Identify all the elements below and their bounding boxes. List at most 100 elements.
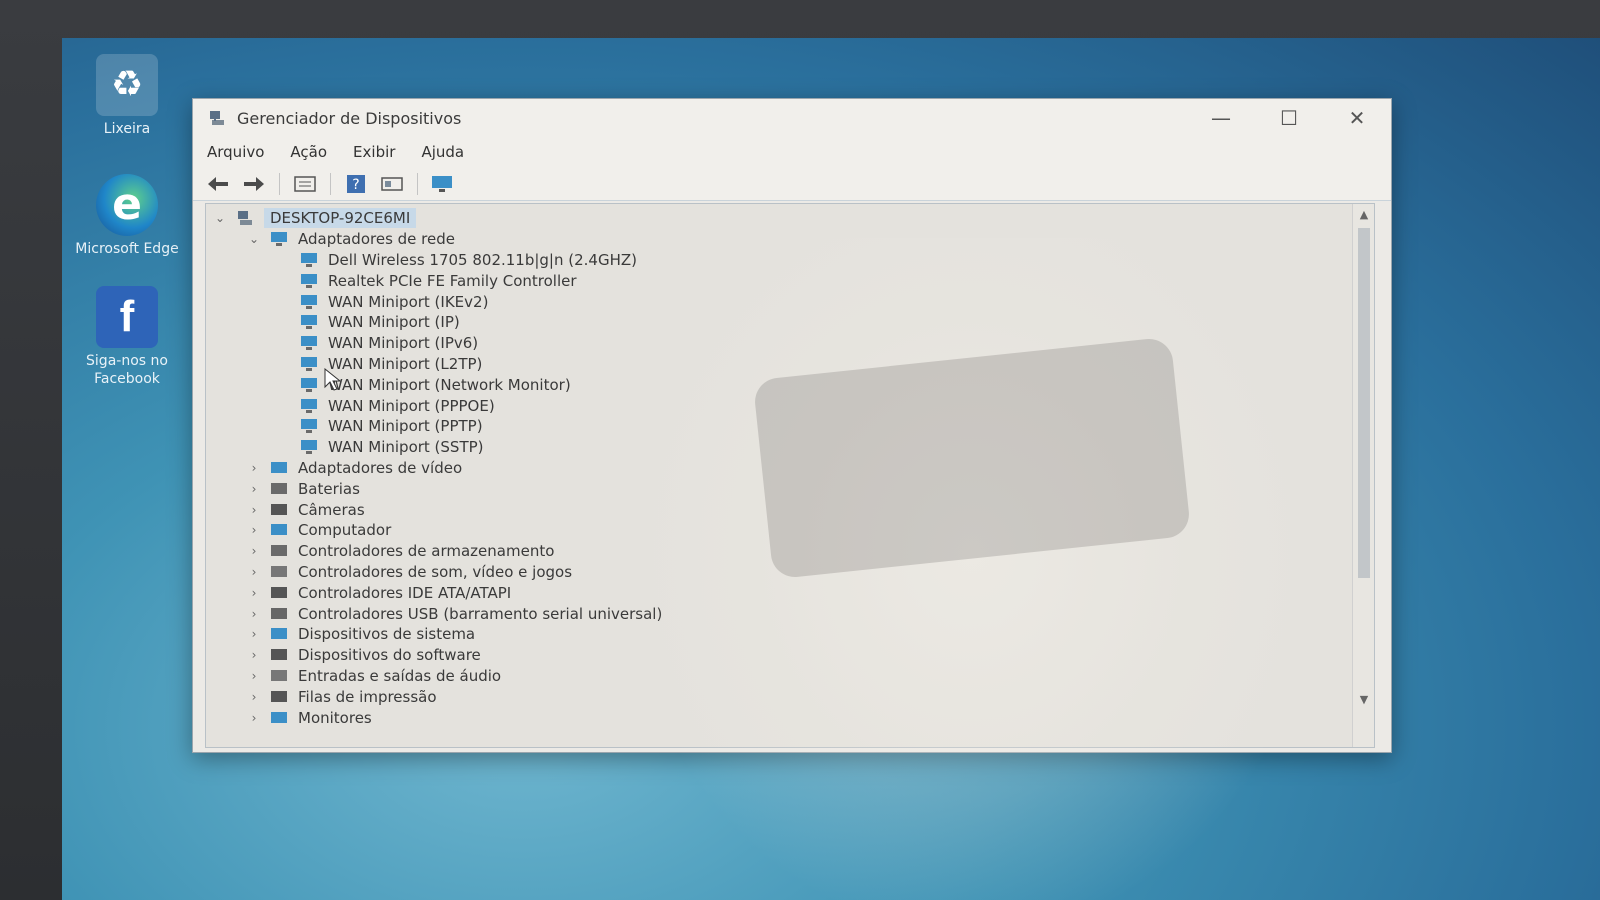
- tree-root[interactable]: ⌄ DESKTOP-92CE6MI: [206, 208, 1352, 229]
- view-icon: [381, 176, 403, 191]
- chevron-right-icon[interactable]: ›: [246, 544, 262, 558]
- tree-category[interactable]: › Baterias: [206, 478, 1352, 499]
- network-adapter-label: Dell Wireless 1705 802.11b|g|n (2.4GHZ): [328, 250, 638, 269]
- tree-category[interactable]: › Filas de impressão: [206, 686, 1352, 707]
- desktop-icon-facebook[interactable]: f Siga-nos no Facebook: [72, 286, 182, 388]
- svg-text:?: ?: [352, 177, 359, 193]
- tree-category[interactable]: › Câmeras: [206, 499, 1352, 520]
- menu-acao[interactable]: Ação: [290, 143, 327, 161]
- network-adapter-item[interactable]: WAN Miniport (SSTP): [206, 437, 1352, 458]
- category-label: Entradas e saídas de áudio: [298, 666, 502, 685]
- minimize-button[interactable]: —: [1187, 99, 1255, 137]
- network-adapter-item[interactable]: WAN Miniport (L2TP): [206, 354, 1352, 375]
- device-category-icon: [268, 668, 290, 684]
- tree-category[interactable]: › Controladores de armazenamento: [206, 541, 1352, 562]
- device-category-icon: [268, 522, 290, 538]
- network-adapter-icon: [298, 398, 320, 414]
- device-category-icon: [268, 585, 290, 601]
- back-button[interactable]: [203, 171, 233, 197]
- tree-category[interactable]: › Dispositivos de sistema: [206, 624, 1352, 645]
- network-adapter-item[interactable]: WAN Miniport (Network Monitor): [206, 374, 1352, 395]
- toolbar-separator: [417, 172, 418, 195]
- chevron-right-icon[interactable]: ›: [246, 669, 262, 683]
- recycle-bin-icon: ♻: [96, 54, 158, 116]
- tree-category[interactable]: › Controladores USB (barramento serial un…: [206, 603, 1352, 624]
- menu-arquivo[interactable]: Arquivo: [207, 143, 264, 161]
- tree-category[interactable]: › Entradas e saídas de áudio: [206, 666, 1352, 687]
- network-adapter-label: WAN Miniport (PPTP): [328, 417, 483, 436]
- chevron-right-icon[interactable]: ›: [246, 690, 262, 704]
- scroll-thumb[interactable]: [1358, 228, 1370, 578]
- tree-category[interactable]: › Dispositivos do software: [206, 645, 1352, 666]
- chevron-right-icon[interactable]: ›: [246, 586, 262, 600]
- category-label: Computador: [298, 521, 392, 540]
- network-adapter-label: WAN Miniport (IPv6): [328, 334, 479, 353]
- chevron-right-icon[interactable]: ›: [246, 607, 262, 621]
- view-button[interactable]: [377, 171, 407, 197]
- chevron-down-icon[interactable]: ⌄: [212, 211, 228, 225]
- tree-category-expanded[interactable]: ⌄ Adaptadores de rede: [206, 229, 1352, 250]
- network-adapter-item[interactable]: WAN Miniport (IPv6): [206, 333, 1352, 354]
- network-adapter-icon: [298, 377, 320, 393]
- category-label: Baterias: [298, 479, 360, 498]
- category-label: Monitores: [298, 708, 372, 727]
- forward-button[interactable]: [239, 171, 269, 197]
- chevron-right-icon[interactable]: ›: [246, 523, 262, 537]
- toolbar-separator: [330, 172, 331, 195]
- chevron-down-icon[interactable]: ⌄: [246, 232, 262, 246]
- network-adapter-item[interactable]: Realtek PCIe FE Family Controller: [206, 270, 1352, 291]
- tree-category[interactable]: › Monitores: [206, 707, 1352, 728]
- desktop-icon-recycle-bin[interactable]: ♻ Lixeira: [72, 54, 182, 138]
- device-category-icon: [268, 689, 290, 705]
- network-adapter-icon: [298, 439, 320, 455]
- tree-category[interactable]: › Controladores IDE ATA/ATAPI: [206, 582, 1352, 603]
- scroll-down-icon[interactable]: ▼: [1353, 689, 1374, 709]
- tree-category[interactable]: › Controladores de som, vídeo e jogos: [206, 562, 1352, 583]
- network-adapter-item[interactable]: WAN Miniport (PPPOE): [206, 395, 1352, 416]
- chevron-right-icon[interactable]: ›: [246, 648, 262, 662]
- network-adapter-label: WAN Miniport (IKEv2): [328, 292, 489, 311]
- desktop-icon-edge[interactable]: e Microsoft Edge: [72, 174, 182, 258]
- network-adapter-icon: [298, 273, 320, 289]
- menu-ajuda[interactable]: Ajuda: [421, 143, 464, 161]
- category-label: Adaptadores de rede: [298, 230, 455, 249]
- desktop: ♻ Lixeira e Microsoft Edge f Siga-nos no…: [62, 38, 1600, 900]
- category-label: Adaptadores de vídeo: [298, 458, 463, 477]
- category-label: Câmeras: [298, 500, 365, 519]
- chevron-right-icon[interactable]: ›: [246, 711, 262, 725]
- chevron-right-icon[interactable]: ›: [246, 482, 262, 496]
- maximize-button[interactable]: ☐: [1255, 99, 1323, 137]
- network-adapter-item[interactable]: WAN Miniport (IP): [206, 312, 1352, 333]
- close-button[interactable]: ✕: [1323, 99, 1391, 137]
- tree-category[interactable]: › Adaptadores de vídeo: [206, 458, 1352, 479]
- network-adapter-item[interactable]: Dell Wireless 1705 802.11b|g|n (2.4GHZ): [206, 250, 1352, 271]
- properties-icon: [294, 175, 316, 192]
- desktop-icon-label: Siga-nos no Facebook: [86, 353, 168, 387]
- device-tree: ⌄ DESKTOP-92CE6MI ⌄ Adaptadores de rede …: [206, 204, 1352, 728]
- network-adapter-label: WAN Miniport (IP): [328, 313, 460, 332]
- chevron-right-icon[interactable]: ›: [246, 627, 262, 641]
- menu-exibir[interactable]: Exibir: [353, 143, 395, 161]
- chevron-right-icon[interactable]: ›: [246, 461, 262, 475]
- scan-hardware-button[interactable]: [428, 171, 458, 197]
- tree-category[interactable]: › Computador: [206, 520, 1352, 541]
- category-label: Controladores IDE ATA/ATAPI: [298, 583, 512, 602]
- network-adapter-item[interactable]: WAN Miniport (IKEv2): [206, 291, 1352, 312]
- computer-icon: [234, 210, 256, 226]
- network-adapter-icon: [298, 252, 320, 268]
- network-adapter-item[interactable]: WAN Miniport (PPTP): [206, 416, 1352, 437]
- chevron-right-icon[interactable]: ›: [246, 503, 262, 517]
- scroll-up-icon[interactable]: ▲: [1353, 204, 1374, 224]
- network-adapter-label: WAN Miniport (SSTP): [328, 438, 484, 457]
- help-button[interactable]: ?: [341, 171, 371, 197]
- network-adapter-label: WAN Miniport (L2TP): [328, 354, 483, 373]
- network-adapter-label: Realtek PCIe FE Family Controller: [328, 271, 577, 290]
- toolbar: ?: [193, 167, 1391, 201]
- title-bar[interactable]: Gerenciador de Dispositivos — ☐ ✕: [193, 99, 1391, 137]
- properties-button[interactable]: [290, 171, 320, 197]
- mouse-cursor-icon: [324, 367, 342, 396]
- monitor-icon: [432, 175, 452, 192]
- back-icon: [208, 176, 228, 191]
- chevron-right-icon[interactable]: ›: [246, 565, 262, 579]
- vertical-scrollbar[interactable]: ▲ ▼: [1352, 204, 1374, 747]
